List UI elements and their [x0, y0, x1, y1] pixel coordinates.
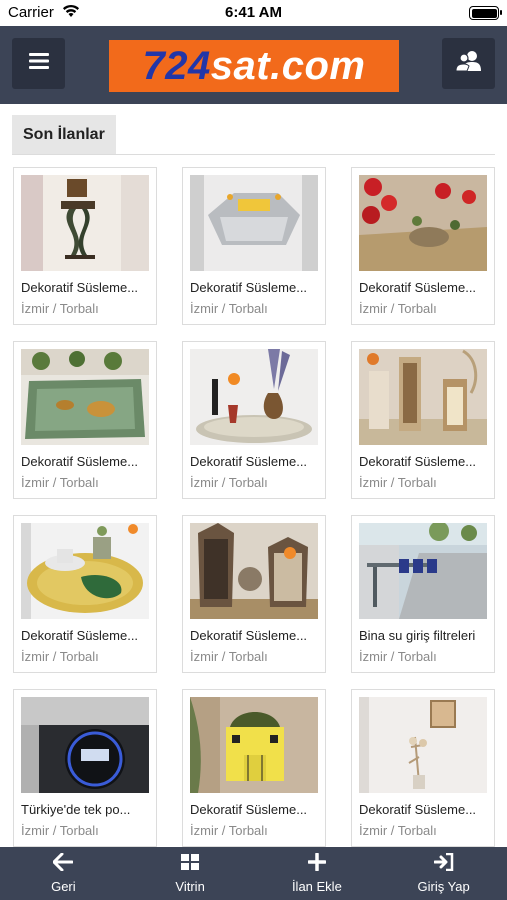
- listing-card[interactable]: Dekoratif Süsleme... İzmir / Torbalı: [182, 167, 326, 325]
- plus-icon: [307, 852, 327, 876]
- listing-photo[interactable]: [190, 349, 318, 445]
- users-icon: [454, 50, 483, 77]
- listing-card[interactable]: Bina su giriş filtreleri İzmir / Torbalı: [351, 515, 495, 673]
- listing-title[interactable]: Dekoratif Süsleme...: [190, 628, 322, 643]
- listing-photo[interactable]: [359, 349, 487, 445]
- listing-location: İzmir / Torbalı: [21, 823, 99, 838]
- listing-card[interactable]: Dekoratif Süsleme... İzmir / Torbalı: [13, 515, 157, 673]
- listing-card[interactable]: Dekoratif Süsleme... İzmir / Torbalı: [351, 167, 495, 325]
- listing-location: İzmir / Torbalı: [190, 649, 268, 664]
- tab-add-listing-label: İlan Ekle: [291, 879, 342, 894]
- listing-photo[interactable]: [21, 349, 149, 445]
- listing-title[interactable]: Türkiye'de tek po...: [21, 802, 153, 817]
- listing-title[interactable]: Dekoratif Süsleme...: [190, 280, 322, 295]
- listing-title[interactable]: Dekoratif Süsleme...: [359, 454, 491, 469]
- listing-card[interactable]: Dekoratif Süsleme... İzmir / Torbalı: [351, 341, 495, 499]
- listing-photo[interactable]: [359, 697, 487, 793]
- listing-location: İzmir / Torbalı: [190, 301, 268, 316]
- site-logo[interactable]: 724 sat.com: [109, 40, 399, 92]
- arrow-left-icon: [52, 852, 74, 876]
- listing-card[interactable]: Dekoratif Süsleme... İzmir / Torbalı: [182, 341, 326, 499]
- listing-location: İzmir / Torbalı: [21, 301, 99, 316]
- section-title: Son İlanlar: [12, 115, 116, 155]
- tab-back[interactable]: Geri: [0, 847, 127, 900]
- listing-photo[interactable]: [21, 523, 149, 619]
- listing-location: İzmir / Torbalı: [359, 301, 437, 316]
- listing-location: İzmir / Torbalı: [190, 823, 268, 838]
- listing-location: İzmir / Torbalı: [21, 475, 99, 490]
- listing-photo[interactable]: [359, 175, 487, 271]
- listing-title[interactable]: Dekoratif Süsleme...: [359, 280, 491, 295]
- listing-location: İzmir / Torbalı: [359, 823, 437, 838]
- listing-title[interactable]: Bina su giriş filtreleri: [359, 628, 491, 643]
- grid-icon: [180, 853, 200, 876]
- listing-card[interactable]: Dekoratif Süsleme... İzmir / Torbalı: [182, 515, 326, 673]
- listing-photo[interactable]: [21, 697, 149, 793]
- listing-card[interactable]: Dekoratif Süsleme... İzmir / Torbalı: [182, 689, 326, 847]
- tab-showcase[interactable]: Vitrin: [127, 847, 254, 900]
- tab-showcase-label: Vitrin: [175, 879, 205, 894]
- listing-photo[interactable]: [359, 523, 487, 619]
- menu-button[interactable]: [12, 38, 65, 89]
- listing-photo[interactable]: [190, 697, 318, 793]
- listing-title[interactable]: Dekoratif Süsleme...: [21, 454, 153, 469]
- app-header: 724 sat.com: [0, 26, 507, 104]
- sign-in-icon: [433, 852, 454, 876]
- listing-card[interactable]: Dekoratif Süsleme... İzmir / Torbalı: [13, 167, 157, 325]
- listing-title[interactable]: Dekoratif Süsleme...: [190, 802, 322, 817]
- listing-title[interactable]: Dekoratif Süsleme...: [21, 628, 153, 643]
- listing-title[interactable]: Dekoratif Süsleme...: [359, 802, 491, 817]
- listing-location: İzmir / Torbalı: [21, 649, 99, 664]
- account-button[interactable]: [442, 38, 495, 89]
- listing-photo[interactable]: [190, 523, 318, 619]
- listing-photo[interactable]: [190, 175, 318, 271]
- listing-card[interactable]: Dekoratif Süsleme... İzmir / Torbalı: [351, 689, 495, 847]
- listing-location: İzmir / Torbalı: [359, 475, 437, 490]
- bottom-tab-bar: Geri Vitrin İlan Ekle Giriş Yap: [0, 847, 507, 900]
- clock: 6:41 AM: [225, 4, 282, 21]
- listing-location: İzmir / Torbalı: [359, 649, 437, 664]
- tab-login-label: Giriş Yap: [417, 879, 470, 894]
- tab-back-label: Geri: [51, 879, 76, 894]
- listing-location: İzmir / Torbalı: [190, 475, 268, 490]
- tab-login[interactable]: Giriş Yap: [380, 847, 507, 900]
- logo-domain: sat.com: [210, 43, 366, 88]
- logo-number: 724: [142, 43, 211, 88]
- listing-title[interactable]: Dekoratif Süsleme...: [190, 454, 322, 469]
- section-divider: [12, 154, 495, 155]
- listing-title[interactable]: Dekoratif Süsleme...: [21, 280, 153, 295]
- battery-icon: [469, 6, 502, 20]
- listing-card[interactable]: Dekoratif Süsleme... İzmir / Torbalı: [13, 341, 157, 499]
- listing-card[interactable]: Türkiye'de tek po... İzmir / Torbalı: [13, 689, 157, 847]
- listing-photo[interactable]: [21, 175, 149, 271]
- status-bar: Carrier 6:41 AM: [0, 0, 507, 26]
- hamburger-menu-icon: [27, 51, 51, 76]
- tab-add-listing[interactable]: İlan Ekle: [254, 847, 381, 900]
